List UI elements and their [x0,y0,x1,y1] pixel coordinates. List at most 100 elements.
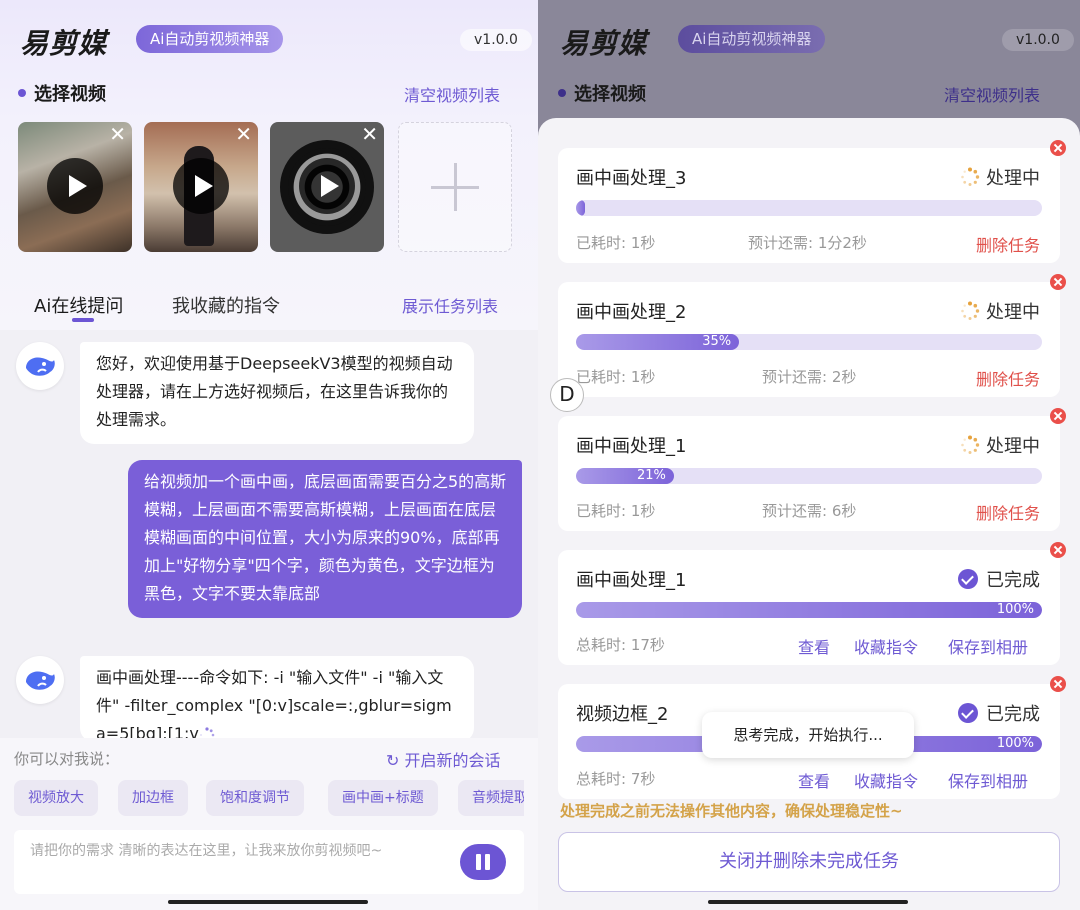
close-and-delete-button[interactable]: 关闭并删除未完成任务 [558,832,1060,892]
check-circle-icon [958,569,978,589]
task-title: 画中画处理_3 [576,168,687,189]
task-title: 画中画处理_1 [576,436,687,457]
play-icon[interactable] [47,158,103,214]
app-logo: 易剪媒 [20,27,108,60]
user-message: 给视频加一个画中画，底层画面需要百分之5的高斯模糊，上层画面不需要高斯模糊，上层… [128,460,522,618]
task-status-text: 处理中 [986,436,1040,457]
new-session-button[interactable]: ↻ 开启新的会话 [386,747,501,771]
remove-video-icon[interactable]: ✕ [109,124,126,144]
delete-task-button[interactable]: 删除任务 [976,232,1040,256]
task-status-text: 处理中 [986,168,1040,189]
video-thumbnail-2[interactable]: ✕ [144,122,258,252]
status-toast: 思考完成，开始执行... [702,712,914,758]
video-section-title-text: 选择视频 [34,84,106,105]
floating-assistive-button[interactable]: D [550,378,584,412]
ai-response-message: 画中画处理----命令如下: -i "输入文件" -i "输入文件" -filt… [80,656,474,742]
task-title: 画中画处理_2 [576,302,687,323]
spinner-icon [961,435,980,454]
spinner-icon [961,167,980,186]
elapsed-time: 已耗时: 1秒 [576,234,656,252]
clear-video-list-button[interactable]: 清空视频列表 [944,82,1040,106]
close-circle-icon[interactable] [1050,676,1066,692]
delete-task-button[interactable]: 删除任务 [976,366,1040,390]
total-time: 总耗时: 17秒 [576,636,665,654]
suggestion-chip[interactable]: 音频提取 [458,780,524,816]
task-status-text: 已完成 [986,704,1040,725]
progress-track [576,200,1042,216]
close-circle-icon[interactable] [1050,274,1066,290]
task-title: 画中画处理_1 [576,570,687,591]
remaining-time: 预计还需: 6秒 [762,502,857,520]
progress-track: 100% [576,602,1042,618]
version-badge: v1.0.0 [1002,29,1074,51]
video-thumbnail-3[interactable]: ✕ [270,122,384,252]
view-button[interactable]: 查看 [798,634,830,658]
task-status-text: 已完成 [986,570,1040,591]
check-circle-icon [958,703,978,723]
tab-favorite-commands[interactable]: 我收藏的指令 [172,292,280,318]
refresh-icon: ↻ [386,751,400,770]
task-card: 画中画处理_2 处理中 35% 已耗时: 1秒 预计还需: 2秒 删除任务 [558,282,1060,397]
suggestion-chip[interactable]: 饱和度调节 [206,780,304,816]
progress-track: 35% [576,334,1042,350]
new-session-label: 开启新的会话 [404,751,501,770]
total-time: 总耗时: 7秒 [576,770,656,788]
task-card: 画中画处理_1 已完成 100% 总耗时: 17秒 查看 收藏指令 保存到相册 [558,550,1060,665]
suggestion-hint: 你可以对我说： [14,750,120,768]
task-status-text: 处理中 [986,302,1040,323]
close-circle-icon[interactable] [1050,140,1066,156]
play-icon[interactable] [299,158,355,214]
close-circle-icon[interactable] [1050,408,1066,424]
task-title: 视频边框_2 [576,704,669,725]
progress-fill [576,200,586,216]
spinner-icon [961,301,980,320]
favorite-command-button[interactable]: 收藏指令 [854,768,918,792]
video-section-title: 选择视频 [18,80,106,106]
suggestion-chip[interactable]: 加边框 [118,780,188,816]
remove-video-icon[interactable]: ✕ [235,124,252,144]
delete-task-button[interactable]: 删除任务 [976,500,1040,524]
bullet-dot-icon [558,89,566,97]
add-video-button[interactable] [398,122,512,252]
ai-welcome-message: 您好，欢迎使用基于DeepseekV3模型的视频自动处理器，请在上方选好视频后，… [80,342,474,444]
active-tab-indicator [72,318,94,322]
progress-track: 21% [576,468,1042,484]
app-logo: 易剪媒 [560,27,648,60]
task-status: 处理中 [960,298,1040,324]
bullet-dot-icon [18,89,26,97]
app-tagline: Ai自动剪视频神器 [678,25,826,53]
task-card: 画中画处理_1 处理中 21% 已耗时: 1秒 预计还需: 6秒 删除任务 [558,416,1060,531]
home-indicator [168,900,368,904]
processing-warning: 处理完成之前无法操作其他内容，确保处理稳定性~ [560,802,903,820]
task-status: 处理中 [960,432,1040,458]
elapsed-time: 已耗时: 1秒 [576,502,656,520]
chat-screen: 易剪媒 Ai自动剪视频神器 v1.0.0 选择视频 清空视频列表 ✕ ✕ ✕ A… [0,0,538,910]
video-section-title: 选择视频 [558,80,646,106]
close-circle-icon[interactable] [1050,542,1066,558]
video-thumbnail-1[interactable]: ✕ [18,122,132,252]
show-task-list-button[interactable]: 展示任务列表 [402,293,498,317]
task-list-screen: 易剪媒 Ai自动剪视频神器 v1.0.0 选择视频 清空视频列表 画中画处理_3… [538,0,1080,910]
ai-response-text: 画中画处理----命令如下: -i "输入文件" -i "输入文件" -filt… [96,668,452,742]
pause-button[interactable] [460,844,506,880]
whale-avatar-icon [16,342,64,390]
favorite-command-button[interactable]: 收藏指令 [854,634,918,658]
save-to-album-button[interactable]: 保存到相册 [948,634,1028,658]
remove-video-icon[interactable]: ✕ [361,124,378,144]
suggestion-chip[interactable]: 视频放大 [14,780,98,816]
clear-video-list-button[interactable]: 清空视频列表 [404,82,500,106]
suggestion-chip[interactable]: 画中画+标题 [328,780,438,816]
task-sheet: 画中画处理_3 处理中 已耗时: 1秒 预计还需: 1分2秒 删除任务 画中画处… [538,118,1080,910]
save-to-album-button[interactable]: 保存到相册 [948,768,1028,792]
progress-fill: 21% [576,468,674,484]
view-button[interactable]: 查看 [798,768,830,792]
tab-ai-ask[interactable]: Ai在线提问 [34,292,123,318]
task-card: 画中画处理_3 处理中 已耗时: 1秒 预计还需: 1分2秒 删除任务 [558,148,1060,263]
request-input-placeholder: 请把你的需求 清晰的表达在这里，让我来放你剪视频吧~ [30,843,383,859]
request-input[interactable]: 请把你的需求 清晰的表达在这里，让我来放你剪视频吧~ [14,830,524,894]
home-indicator [708,900,908,904]
progress-fill: 100% [576,602,1042,618]
play-icon[interactable] [173,158,229,214]
remaining-time: 预计还需: 2秒 [762,368,857,386]
version-badge: v1.0.0 [460,29,532,51]
